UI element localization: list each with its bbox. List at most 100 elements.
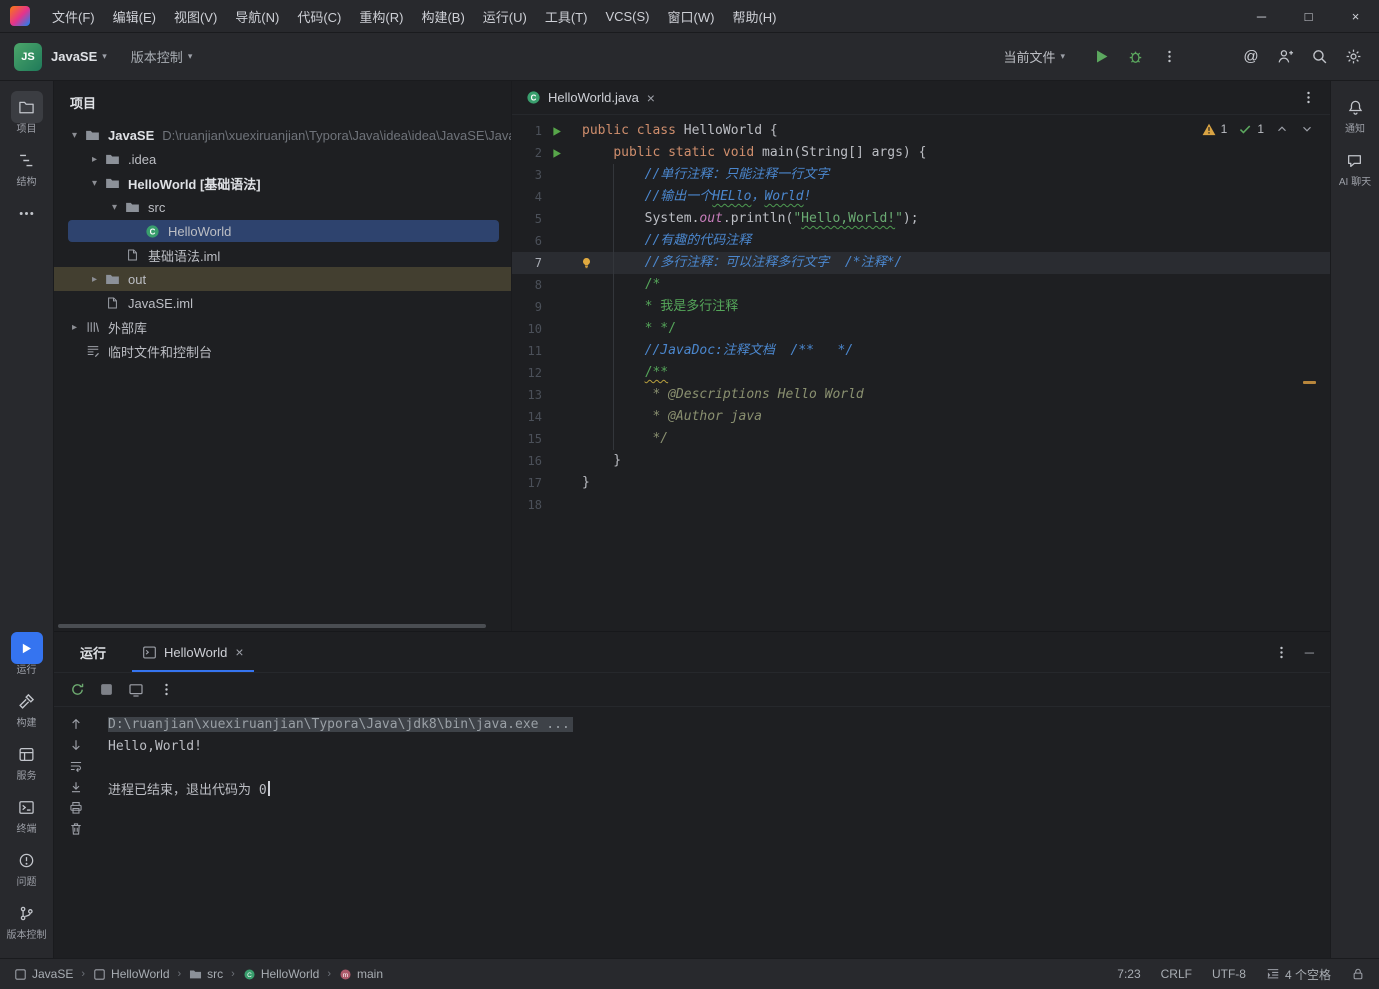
vcs-widget[interactable]: 版本控制 ▾	[131, 47, 193, 66]
chevron-down-icon[interactable]: ▾	[106, 202, 123, 213]
menu-item[interactable]: 工具(T)	[536, 0, 597, 32]
breadcrumb-item[interactable]: m main	[339, 967, 383, 981]
chevron-down-icon[interactable]: ▾	[86, 178, 103, 189]
settings-button[interactable]	[1339, 43, 1367, 71]
line-separator-widget[interactable]: CRLF	[1161, 967, 1192, 981]
run-tab-helloworld[interactable]: HelloWorld ×	[132, 632, 254, 672]
tool-window-button-more[interactable]	[11, 197, 43, 229]
breadcrumb-item[interactable]: C HelloWorld	[243, 967, 319, 981]
console-view-button[interactable]	[128, 682, 144, 698]
menu-item[interactable]: 构建(B)	[412, 0, 473, 32]
run-line-icon[interactable]	[542, 120, 570, 142]
soft-wrap-button[interactable]	[69, 759, 83, 773]
chevron-down-icon: ▾	[1060, 51, 1065, 61]
console-output[interactable]: D:\ruanjian\xuexiruanjian\Typora\Java\jd…	[98, 707, 1330, 957]
stop-button[interactable]	[100, 683, 113, 696]
editor-body[interactable]: 1 public class HelloWorld {2 public stati…	[512, 115, 1330, 631]
tool-window-button-project[interactable]: 项目	[10, 91, 43, 136]
chevron-down-icon[interactable]: ▾	[66, 130, 83, 141]
minimize-button[interactable]: ─	[1238, 0, 1285, 32]
run-panel-options-button[interactable]	[1274, 645, 1289, 660]
tool-window-button-structure[interactable]: 结构	[11, 144, 43, 189]
prev-problem-icon[interactable]	[1275, 122, 1289, 136]
tree-row[interactable]: ▾ src	[54, 195, 511, 219]
menu-item[interactable]: 导航(N)	[226, 0, 288, 32]
next-problem-icon[interactable]	[1300, 122, 1314, 136]
close-tab-icon[interactable]: ×	[235, 644, 243, 660]
indent-widget[interactable]: 4 个空格	[1266, 966, 1331, 983]
tool-window-button-terminal[interactable]: 终端	[11, 791, 43, 836]
tree-row[interactable]: ▸ out	[54, 267, 511, 291]
caret-position-widget[interactable]: 7:23	[1117, 967, 1140, 981]
menu-item[interactable]: 代码(C)	[288, 0, 350, 32]
run-panel-header: 运行 HelloWorld × ─	[54, 632, 1330, 673]
console-more-button[interactable]	[159, 682, 174, 697]
menu-item[interactable]: 视图(V)	[165, 0, 226, 32]
close-tab-icon[interactable]: ×	[647, 90, 655, 106]
menu-item[interactable]: 编辑(E)	[104, 0, 165, 32]
encoding-widget[interactable]: UTF-8	[1212, 967, 1246, 981]
console-line: Hello,World!	[108, 739, 202, 754]
prev-occurrence-button[interactable]	[69, 717, 83, 731]
code-with-me-button[interactable]	[1271, 43, 1299, 71]
tree-row[interactable]: 基础语法.iml	[54, 243, 511, 267]
tree-row[interactable]: C HelloWorld	[54, 219, 511, 243]
tool-window-button-problems[interactable]: 问题	[11, 844, 43, 889]
tool-window-button-notifications[interactable]: 通知	[1339, 91, 1371, 136]
chevron-right-icon[interactable]: ▸	[86, 274, 103, 285]
ai-assistant-button[interactable]: @	[1237, 43, 1265, 71]
menu-item[interactable]: VCS(S)	[596, 0, 658, 32]
chevron-right-icon[interactable]: ▸	[86, 154, 103, 165]
code-text: //单行注释：只能注释一行文字	[582, 167, 830, 182]
editor-tab-helloworld[interactable]: C HelloWorld.java ×	[512, 81, 665, 114]
text-caret	[267, 781, 270, 796]
tool-window-button-build[interactable]: 构建	[11, 685, 43, 730]
folder-icon	[103, 272, 122, 287]
close-button[interactable]: ×	[1332, 0, 1379, 32]
more-actions-button[interactable]	[1155, 43, 1183, 71]
rerun-button[interactable]	[70, 682, 85, 697]
scratch-icon	[83, 344, 102, 358]
run-button[interactable]	[1087, 43, 1115, 71]
run-configuration-selector[interactable]: 当前文件 ▾	[1003, 47, 1065, 66]
debug-button[interactable]	[1121, 43, 1149, 71]
next-occurrence-button[interactable]	[69, 738, 83, 752]
project-widget[interactable]: JS JavaSE ▾	[14, 42, 107, 71]
scroll-to-end-button[interactable]	[69, 780, 83, 794]
tree-row[interactable]: ▾ HelloWorld [基础语法]	[54, 171, 511, 195]
inspections-widget[interactable]: 1 1	[1196, 122, 1314, 136]
tree-row[interactable]: ▸ 外部库	[54, 315, 511, 339]
clear-console-button[interactable]	[69, 822, 83, 836]
run-line-icon[interactable]	[542, 142, 570, 164]
maximize-button[interactable]: □	[1285, 0, 1332, 32]
breadcrumb-item[interactable]: HelloWorld	[93, 967, 170, 981]
menu-item[interactable]: 帮助(H)	[723, 0, 785, 32]
tool-window-button-run[interactable]: 运行	[10, 632, 43, 677]
tool-window-button-vcs[interactable]: 版本控制	[7, 897, 47, 942]
code-text: }	[582, 475, 590, 490]
tool-window-button-services[interactable]: 服务	[11, 738, 43, 783]
print-button[interactable]	[69, 801, 83, 815]
breadcrumb-item[interactable]: JavaSE	[14, 967, 73, 981]
method-icon: m	[339, 968, 352, 981]
breadcrumb-separator-icon: ›	[231, 968, 235, 980]
search-everywhere-button[interactable]	[1305, 43, 1333, 71]
menu-item[interactable]: 运行(U)	[474, 0, 536, 32]
editor-options-button[interactable]	[1301, 90, 1316, 105]
horizontal-scrollbar[interactable]	[58, 624, 486, 628]
module-icon	[14, 968, 27, 981]
lock-icon[interactable]	[1351, 967, 1365, 981]
tree-row[interactable]: JavaSE.iml	[54, 291, 511, 315]
chevron-right-icon[interactable]: ▸	[66, 322, 83, 333]
tree-row[interactable]: 临时文件和控制台	[54, 339, 511, 363]
tree-row[interactable]: ▾ JavaSE D:\ruanjian\xuexiruanjian\Typora\…	[54, 123, 511, 147]
menu-item[interactable]: 窗口(W)	[659, 0, 724, 32]
menu-item[interactable]: 重构(R)	[350, 0, 412, 32]
tree-row[interactable]: ▸ .idea	[54, 147, 511, 171]
tool-window-button-ai-chat[interactable]: AI 聊天	[1339, 144, 1371, 189]
editor-tab-bar: C HelloWorld.java ×	[512, 81, 1330, 115]
breadcrumb-item[interactable]: src	[189, 967, 223, 981]
hide-panel-button[interactable]: ─	[1305, 645, 1314, 660]
code-line: 9 * 我是多行注释	[512, 296, 1330, 318]
menu-item[interactable]: 文件(F)	[43, 0, 104, 32]
